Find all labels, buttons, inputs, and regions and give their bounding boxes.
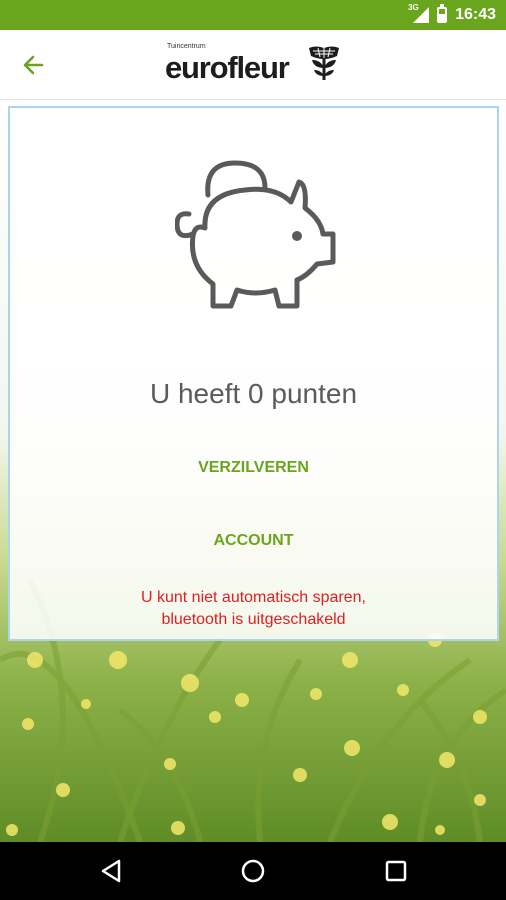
nav-back-button[interactable] (97, 856, 127, 886)
back-triangle-icon (101, 859, 121, 883)
account-button[interactable]: ACCOUNT (10, 532, 497, 550)
battery-icon (437, 4, 448, 23)
points-card: U heeft 0 punten VERZILVEREN ACCOUNT U k… (8, 106, 499, 641)
logo-subtitle: Tuincentrum (167, 43, 206, 50)
status-bar: 3G 16:43 (0, 0, 506, 30)
status-time: 16:43 (455, 6, 496, 23)
piggy-bank-icon (175, 160, 336, 309)
nav-home-button[interactable] (238, 856, 268, 886)
eurofleur-logo: Tuincentrum eurofleur (165, 42, 345, 88)
network-type: 3G (408, 3, 419, 12)
logo-brand: eurofleur (165, 50, 290, 85)
back-button[interactable] (18, 50, 50, 80)
recents-square-icon (385, 860, 407, 882)
app-bar: Tuincentrum eurofleur (0, 30, 506, 100)
bluetooth-warning: U kunt niet automatisch sparen, bluetoot… (10, 587, 497, 631)
home-circle-icon (241, 859, 265, 883)
nav-recents-button[interactable] (381, 856, 411, 886)
redeem-button[interactable]: VERZILVEREN (10, 459, 497, 477)
warning-line-2: bluetooth is uitgeschakeld (161, 611, 346, 628)
arrow-left-icon (23, 55, 44, 75)
navigation-bar (0, 842, 506, 900)
warning-line-1: U kunt niet automatisch sparen, (140, 589, 366, 606)
points-balance-text: U heeft 0 punten (149, 378, 358, 409)
flower-globe-icon (309, 46, 339, 80)
signal-icon: 3G (408, 3, 430, 23)
